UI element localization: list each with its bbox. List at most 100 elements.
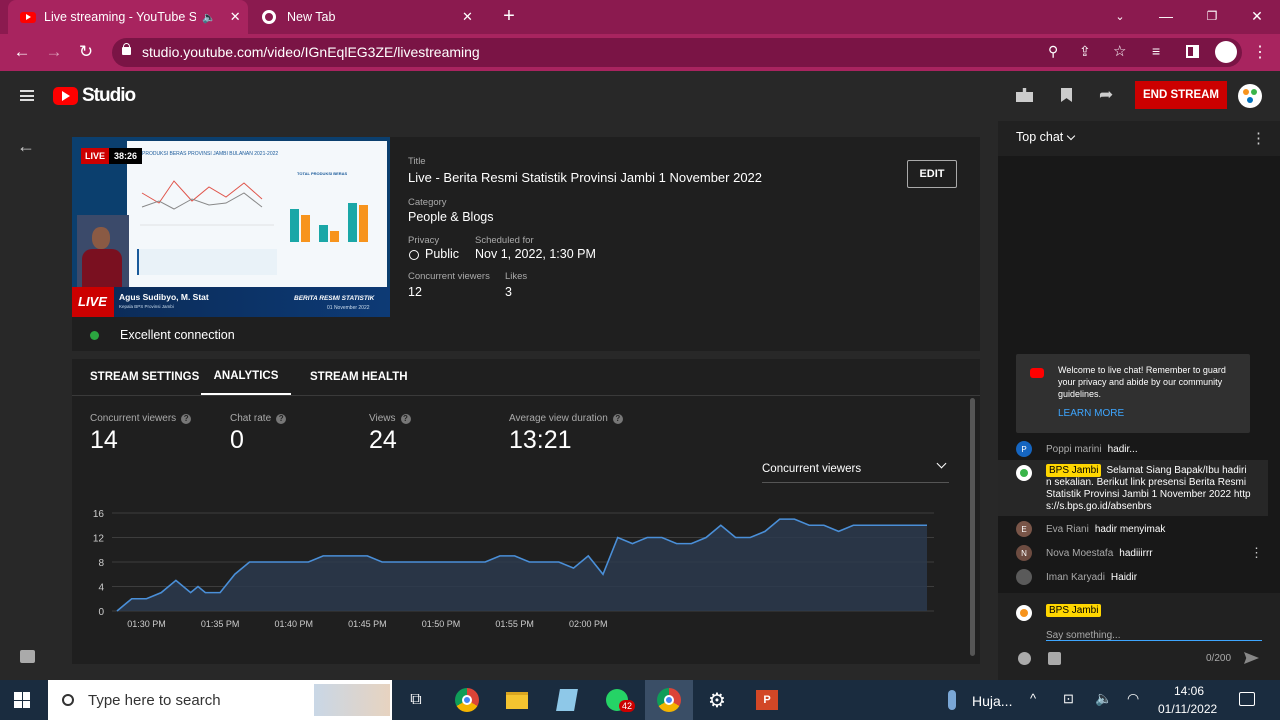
close-window-icon[interactable]: ✕	[1247, 6, 1267, 26]
minimize-icon[interactable]: —	[1156, 6, 1176, 26]
metric-label: Concurrent viewers	[90, 413, 177, 424]
input-placeholder: Say something...	[1046, 630, 1121, 641]
clapperboard-icon[interactable]	[1016, 88, 1033, 102]
message-text: Haidir	[1110, 572, 1138, 583]
youtube-logo-icon[interactable]	[53, 87, 78, 105]
poll-icon[interactable]	[1048, 652, 1061, 665]
file-explorer-icon[interactable]	[495, 680, 539, 720]
left-nav: ←	[0, 121, 56, 680]
globe-icon	[409, 250, 419, 260]
chart-metric-select[interactable]: Concurrent viewers	[762, 458, 949, 483]
close-tab-icon[interactable]: ✕	[230, 9, 241, 25]
youtube-favicon-icon	[20, 11, 36, 23]
clock-date[interactable]: 01/11/2022	[1158, 702, 1217, 716]
x-tick-label: 01:55 PM	[495, 619, 534, 629]
menu-kebab-icon[interactable]: ⋮	[1252, 42, 1268, 62]
tab-analytics[interactable]: ANALYTICS	[201, 359, 291, 395]
notification-badge: 42	[619, 700, 636, 712]
speaker-icon[interactable]: 🔈	[202, 11, 216, 24]
help-icon[interactable]: ?	[276, 413, 287, 424]
channel-avatar[interactable]	[1238, 84, 1262, 108]
task-view-icon[interactable]: ⧉	[394, 680, 438, 720]
chevron-down-icon	[1067, 131, 1076, 140]
back-arrow-icon[interactable]: ←	[17, 136, 35, 157]
bookmark-icon[interactable]	[1061, 88, 1072, 102]
volume-icon[interactable]: 🔈	[1095, 690, 1112, 707]
lower-third: LIVE Agus Sudibyo, M. Stat Kepala BPS Pr…	[72, 287, 390, 317]
feedback-icon[interactable]	[20, 650, 35, 663]
author-name: Nova Moestafa	[1046, 548, 1114, 559]
chat-menu-icon[interactable]: ⋮	[1251, 129, 1266, 147]
side-panel-icon[interactable]	[1186, 45, 1199, 58]
windows-start-icon[interactable]	[0, 680, 44, 720]
tray-chevron-icon[interactable]: ^	[1030, 691, 1036, 706]
metric-value: 0	[230, 426, 244, 454]
forward-icon[interactable]: →	[44, 42, 64, 62]
browser-toolbar: ← → ↻ studio.youtube.com/video/IGnEqlEG3…	[0, 34, 1280, 71]
network-device-icon[interactable]: ⊡	[1063, 691, 1074, 707]
end-stream-button[interactable]: END STREAM	[1135, 81, 1227, 109]
chat-mode-select[interactable]: Top chat	[1016, 130, 1076, 144]
slide-bar	[301, 215, 310, 242]
stream-preview[interactable]: PRODUKSI BERAS PROVINSI JAMBI BULANAN 20…	[72, 137, 390, 317]
tab-live-streaming[interactable]: Live streaming - YouTube Stu 🔈 ✕	[8, 0, 248, 34]
taskbar-search-box[interactable]: Type here to search	[48, 680, 392, 720]
browser-tab-bar: Live streaming - YouTube Stu 🔈 ✕ New Tab…	[0, 0, 1280, 34]
scheduled-value: Nov 1, 2022, 1:30 PM	[475, 247, 596, 261]
back-icon[interactable]: ←	[12, 42, 32, 62]
media-control-icon[interactable]: ≡	[1152, 43, 1160, 59]
clock-time[interactable]: 14:06	[1174, 684, 1204, 698]
metric-views: Views? 24	[369, 413, 411, 455]
metric-avg-view-duration: Average view duration? 13:21	[509, 413, 623, 455]
slide-title: PRODUKSI BERAS PROVINSI JAMBI BULANAN 20…	[142, 151, 279, 157]
powerpoint-icon[interactable]: P	[745, 680, 789, 720]
whatsapp-icon[interactable]: 42	[595, 680, 639, 720]
notification-center-icon[interactable]	[1239, 692, 1255, 706]
restore-icon[interactable]: ❐	[1202, 6, 1222, 26]
y-tick-label: 4	[98, 583, 104, 594]
close-tab-icon[interactable]: ✕	[462, 9, 473, 25]
zoom-icon[interactable]: ⚲	[1048, 43, 1058, 60]
help-icon[interactable]: ?	[181, 413, 192, 424]
chat-input-area: BPS Jambi Say something... 0/200	[998, 593, 1280, 680]
chat-message: P Poppi marini hadir...	[1016, 441, 1138, 457]
chrome-active-icon[interactable]	[645, 680, 693, 720]
scrollbar[interactable]	[970, 398, 975, 656]
settings-gear-icon[interactable]: ⚙	[695, 680, 739, 720]
learn-more-link[interactable]: LEARN MORE	[1058, 408, 1124, 419]
tab-stream-health[interactable]: STREAM HEALTH	[310, 359, 408, 395]
share-icon[interactable]: ⇪	[1079, 43, 1091, 60]
emoji-icon[interactable]	[1018, 652, 1031, 665]
reload-icon[interactable]: ↻	[76, 42, 96, 62]
likes-label: Likes	[505, 271, 528, 282]
program-date: 01 November 2022	[327, 305, 370, 311]
search-highlight-image	[314, 684, 390, 716]
tab-new-tab[interactable]: New Tab ✕	[252, 0, 488, 34]
send-icon[interactable]	[1244, 652, 1259, 664]
char-counter: 0/200	[1206, 653, 1232, 664]
new-tab-icon[interactable]: +	[498, 5, 520, 27]
profile-avatar[interactable]	[1215, 41, 1237, 63]
edit-button[interactable]: EDIT	[907, 160, 957, 188]
owner-badge: BPS Jambi	[1046, 464, 1102, 477]
hamburger-menu-icon[interactable]	[20, 90, 34, 101]
message-menu-icon[interactable]: ⋮	[1250, 545, 1263, 561]
chat-input[interactable]: Say something...	[1046, 625, 1262, 641]
notepad-app-icon[interactable]	[545, 680, 589, 720]
url-text: studio.youtube.com/video/IGnEqlEG3ZE/liv…	[142, 44, 480, 60]
tab-search-chevron-icon[interactable]: ⌄	[1110, 6, 1130, 26]
help-icon[interactable]: ?	[612, 413, 623, 424]
chrome-taskbar-icon[interactable]	[445, 680, 489, 720]
help-icon[interactable]: ?	[400, 413, 411, 424]
avatar: N	[1016, 545, 1032, 561]
chat-message: N Nova Moestafa hadiiirrr	[1016, 545, 1153, 561]
wifi-icon[interactable]: ◠	[1127, 690, 1139, 707]
bookmark-star-icon[interactable]: ☆	[1113, 42, 1126, 60]
chrome-favicon-icon	[262, 10, 276, 24]
tab-stream-settings[interactable]: STREAM SETTINGS	[90, 359, 199, 395]
slide-bar	[290, 209, 299, 242]
chat-mode-label: Top chat	[1016, 130, 1064, 144]
weather-text[interactable]: Huja...	[972, 693, 1012, 709]
address-bar[interactable]: studio.youtube.com/video/IGnEqlEG3ZE/liv…	[112, 38, 1242, 67]
share-arrow-icon[interactable]: ➦	[1099, 85, 1113, 105]
